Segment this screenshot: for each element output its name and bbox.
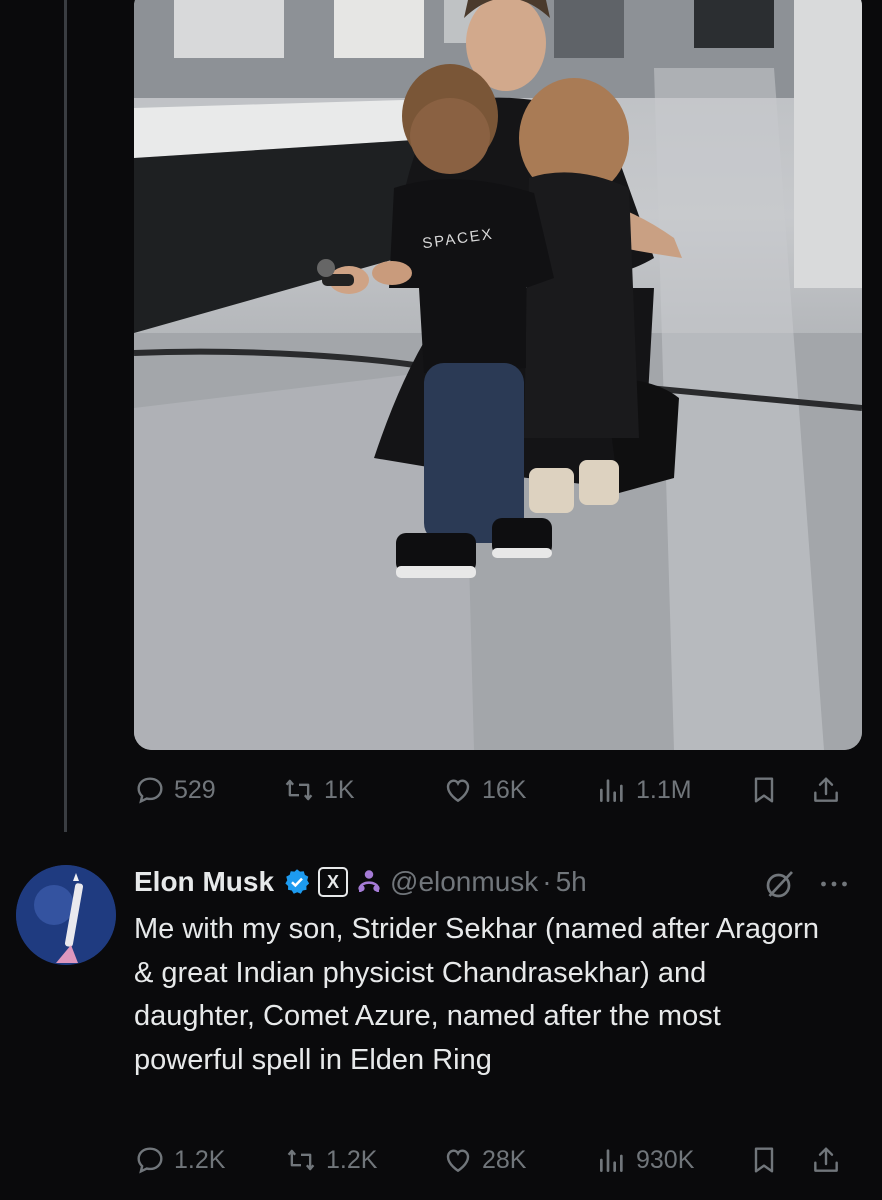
like-icon bbox=[446, 1149, 470, 1173]
tweet-timestamp[interactable]: 5h bbox=[556, 866, 587, 898]
reply-button[interactable]: 529 bbox=[134, 770, 216, 810]
tweet-media-photo[interactable]: SPACEX bbox=[134, 0, 862, 750]
like-count: 16K bbox=[482, 775, 527, 804]
views-icon bbox=[600, 1149, 623, 1172]
repost-count: 1K bbox=[324, 775, 355, 804]
reply-count: 529 bbox=[174, 775, 216, 804]
reply-icon bbox=[137, 777, 163, 804]
repost-button[interactable]: 1.2K bbox=[284, 1140, 377, 1180]
separator-dot: · bbox=[542, 866, 552, 897]
reply-icon bbox=[137, 1147, 163, 1174]
verified-badge-icon[interactable] bbox=[282, 867, 312, 897]
share-icon bbox=[814, 777, 838, 802]
repost-icon bbox=[285, 779, 313, 801]
share-button[interactable] bbox=[810, 1140, 842, 1180]
avatar[interactable] bbox=[16, 865, 116, 965]
repost-button[interactable]: 1K bbox=[282, 770, 355, 810]
grok-icon[interactable] bbox=[762, 866, 798, 902]
author-name[interactable]: Elon Musk bbox=[134, 866, 274, 898]
organization-badge-icon[interactable] bbox=[354, 867, 384, 897]
bookmark-button[interactable] bbox=[748, 1140, 780, 1180]
views-count: 1.1M bbox=[636, 775, 692, 804]
x-affiliate-badge[interactable]: X bbox=[318, 867, 349, 897]
avatar-image bbox=[16, 865, 116, 965]
bookmark-button[interactable] bbox=[748, 770, 780, 810]
views-icon bbox=[600, 779, 623, 802]
bookmark-icon bbox=[754, 1147, 774, 1173]
like-button[interactable]: 28K bbox=[442, 1140, 526, 1180]
share-icon bbox=[814, 1147, 838, 1172]
like-count: 28K bbox=[482, 1145, 527, 1174]
share-button[interactable] bbox=[810, 770, 842, 810]
repost-icon bbox=[287, 1149, 315, 1171]
tweet-action-bar: 1.2K 1.2K 28K 930K bbox=[134, 1140, 862, 1180]
reply-count: 1.2K bbox=[174, 1145, 226, 1174]
parent-tweet-action-bar: 529 1K 16K 1.1M bbox=[134, 770, 862, 810]
views-count: 930K bbox=[636, 1145, 695, 1174]
like-button[interactable]: 16K bbox=[442, 770, 526, 810]
tweet-header: Elon Musk X @elonmusk · 5h bbox=[134, 862, 587, 902]
bookmark-icon bbox=[754, 777, 774, 803]
author-handle[interactable]: @elonmusk bbox=[390, 866, 538, 898]
thread-connector-line bbox=[64, 0, 67, 832]
views-button[interactable]: 930K bbox=[596, 1140, 694, 1180]
photo-scene: SPACEX bbox=[134, 0, 862, 750]
views-button[interactable]: 1.1M bbox=[596, 770, 692, 810]
repost-count: 1.2K bbox=[326, 1145, 378, 1174]
more-icon[interactable] bbox=[816, 866, 852, 902]
tweet-text: Me with my son, Strider Sekhar (named af… bbox=[134, 913, 820, 1076]
reply-button[interactable]: 1.2K bbox=[134, 1140, 225, 1180]
like-icon bbox=[446, 779, 470, 803]
